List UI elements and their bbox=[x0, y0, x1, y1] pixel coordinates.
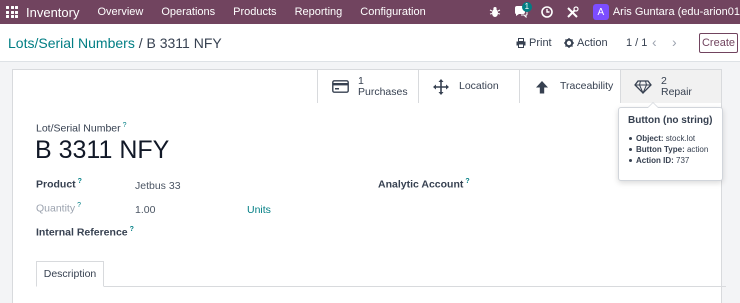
lot-name-field[interactable]: B 3311 NFY bbox=[35, 136, 169, 165]
print-label: Print bbox=[529, 37, 552, 49]
tab-description[interactable]: Description bbox=[36, 261, 104, 287]
tooltip-key: Button Type: bbox=[636, 145, 685, 154]
pager-value[interactable]: 1 / 1 bbox=[626, 37, 647, 49]
product-label: Product? bbox=[36, 178, 82, 191]
breadcrumb-parent[interactable]: Lots/Serial Numbers bbox=[8, 35, 135, 51]
location-smart-button[interactable]: Location bbox=[418, 70, 519, 103]
arrows-move-icon bbox=[431, 78, 451, 95]
menu-overview[interactable]: Overview bbox=[97, 6, 143, 18]
product-field[interactable]: Jetbus 33 bbox=[135, 180, 181, 192]
control-panel: Lots/Serial Numbers / B 3311 NFY Print A… bbox=[0, 24, 740, 62]
help-mark[interactable]: ? bbox=[465, 178, 469, 185]
tooltip-key: Action ID: bbox=[636, 156, 674, 165]
purchases-label: Purchases bbox=[358, 85, 408, 98]
menu-configuration[interactable]: Configuration bbox=[360, 6, 425, 18]
tooltip-value: action bbox=[686, 145, 709, 154]
analytic-account-label: Analytic Account? bbox=[378, 178, 470, 191]
breadcrumb-current: B 3311 NFY bbox=[146, 35, 222, 51]
breadcrumb: Lots/Serial Numbers / B 3311 NFY bbox=[8, 35, 222, 51]
tools-icon[interactable] bbox=[563, 0, 583, 24]
repair-smart-button[interactable]: 2 Repair bbox=[620, 70, 721, 103]
action-label: Action bbox=[577, 37, 608, 49]
notebook-tabs: Description bbox=[36, 261, 726, 287]
repair-label: Repair bbox=[661, 85, 692, 98]
analytic-label-text: Analytic Account bbox=[378, 178, 464, 191]
internal-ref-label-text: Internal Reference bbox=[36, 226, 128, 239]
messages-icon[interactable]: 1 bbox=[511, 0, 532, 24]
traceability-smart-button[interactable]: Traceability bbox=[519, 70, 620, 103]
help-mark[interactable]: ? bbox=[130, 226, 134, 233]
diamond-icon bbox=[633, 79, 653, 95]
tooltip-key: Object: bbox=[636, 134, 664, 143]
help-mark[interactable]: ? bbox=[78, 178, 82, 185]
menu-products[interactable]: Products bbox=[233, 6, 276, 18]
repair-count: 2 bbox=[661, 74, 667, 87]
chevron-left-icon[interactable]: ‹ bbox=[652, 34, 657, 50]
gear-icon bbox=[564, 38, 574, 48]
breadcrumb-separator: / bbox=[138, 35, 143, 51]
quantity-field: 1.00 bbox=[135, 204, 156, 216]
button-tooltip: Button (no string) Object: stock.lot But… bbox=[618, 102, 723, 181]
menu-reporting[interactable]: Reporting bbox=[295, 6, 343, 18]
credit-card-icon bbox=[330, 79, 350, 95]
help-mark[interactable]: ? bbox=[123, 122, 127, 129]
avatar[interactable]: A bbox=[592, 4, 609, 20]
lot-label-text: Lot/Serial Number bbox=[36, 122, 121, 135]
chevron-right-icon[interactable]: › bbox=[672, 34, 677, 50]
user-name[interactable]: Aris Guntara (edu-arion01 bbox=[613, 6, 740, 18]
tooltip-value: stock.lot bbox=[665, 134, 696, 143]
tooltip-value: 737 bbox=[676, 156, 690, 165]
messages-badge: 1 bbox=[521, 2, 532, 12]
internal-reference-label: Internal Reference? bbox=[36, 226, 134, 239]
menu-operations[interactable]: Operations bbox=[161, 6, 215, 18]
tooltip-title: Button (no string) bbox=[628, 115, 713, 126]
arrow-up-icon bbox=[532, 79, 552, 95]
clock-icon[interactable] bbox=[537, 0, 557, 24]
tooltip-row-object: Object: stock.lot bbox=[628, 133, 713, 144]
bug-icon[interactable] bbox=[485, 0, 505, 24]
location-label: Location bbox=[459, 80, 499, 92]
tooltip-row-button-type: Button Type: action bbox=[628, 144, 713, 155]
traceability-label: Traceability bbox=[560, 80, 614, 92]
print-icon bbox=[516, 38, 526, 48]
help-mark[interactable]: ? bbox=[77, 202, 81, 209]
navbar-systray: 1 A Aris Guntara (edu-arion01 bbox=[479, 0, 740, 24]
tooltip-row-action-id: Action ID: 737 bbox=[628, 155, 713, 166]
purchases-count: 1 bbox=[358, 74, 364, 87]
quantity-label: Quantity? bbox=[36, 202, 81, 215]
lot-label: Lot/Serial Number? bbox=[36, 122, 127, 135]
form-sheet: 1 Purchases Location Traceability 2 Repair… bbox=[12, 69, 726, 303]
top-navbar: Inventory Overview Operations Products R… bbox=[0, 0, 740, 24]
apps-menu-icon[interactable] bbox=[0, 0, 24, 24]
purchases-smart-button[interactable]: 1 Purchases bbox=[317, 70, 418, 103]
uom-field[interactable]: Units bbox=[247, 204, 271, 216]
action-button[interactable]: Action bbox=[564, 37, 608, 49]
print-button[interactable]: Print bbox=[516, 37, 552, 49]
smart-button-box: 1 Purchases Location Traceability 2 Repair bbox=[317, 70, 722, 103]
product-label-text: Product bbox=[36, 178, 76, 191]
app-name[interactable]: Inventory bbox=[26, 5, 79, 20]
create-button[interactable]: Create bbox=[699, 33, 738, 53]
quantity-label-text: Quantity bbox=[36, 202, 76, 215]
